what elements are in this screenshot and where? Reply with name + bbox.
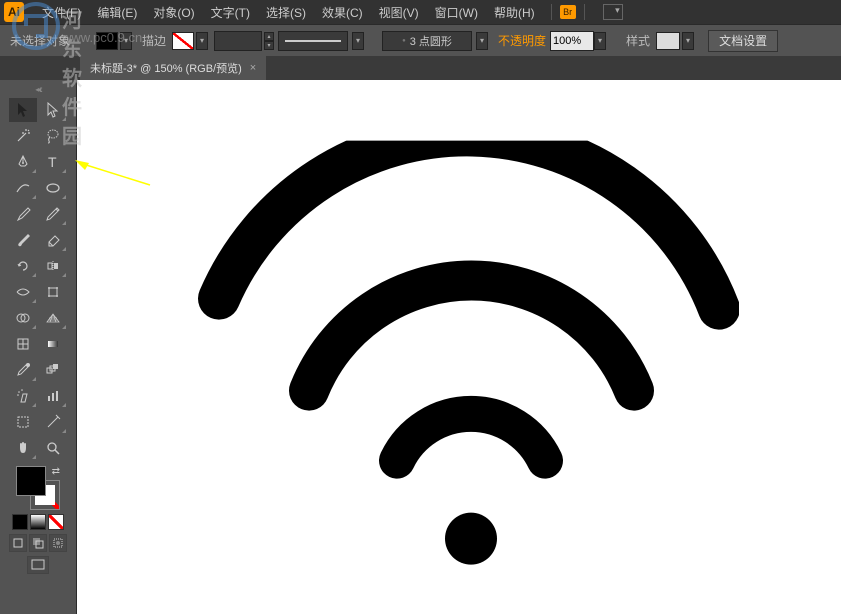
panel-collapse-handle[interactable]: ◂◂ :::::: — [2, 84, 74, 94]
tools-panel: ◂◂ :::::: T — [0, 80, 77, 614]
draw-inside-mode[interactable] — [49, 534, 67, 552]
fill-color-box[interactable] — [16, 466, 46, 496]
menu-separator — [584, 4, 585, 20]
document-tab[interactable]: 未标题-3* @ 150% (RGB/预览) × — [80, 56, 266, 80]
shape-builder-tool[interactable] — [9, 306, 37, 330]
tab-bar: 未标题-3* @ 150% (RGB/预览) × — [0, 56, 841, 80]
tab-close-icon[interactable]: × — [250, 62, 256, 74]
perspective-grid-tool[interactable] — [39, 306, 67, 330]
stroke-profile-dropdown[interactable] — [278, 31, 348, 51]
pen-tool[interactable] — [9, 150, 37, 174]
paintbrush-tool[interactable] — [9, 202, 37, 226]
eyedropper-tool[interactable] — [9, 358, 37, 382]
hand-tool[interactable] — [9, 436, 37, 460]
brush-value: 3 点圆形 — [410, 33, 452, 49]
draw-normal-mode[interactable] — [9, 534, 27, 552]
brush-definition-dropdown[interactable]: ● 3 点圆形 — [382, 31, 472, 51]
blend-tool[interactable] — [39, 358, 67, 382]
bridge-icon[interactable]: Br — [560, 5, 576, 19]
rotate-tool[interactable] — [9, 254, 37, 278]
opacity-input[interactable] — [550, 31, 594, 51]
blob-brush-tool[interactable] — [9, 228, 37, 252]
magic-wand-tool[interactable] — [9, 124, 37, 148]
menu-view[interactable]: 视图(V) — [371, 4, 427, 21]
selection-tool[interactable] — [9, 98, 37, 122]
gradient-tool[interactable] — [39, 332, 67, 356]
brush-dropdown-btn[interactable]: ▾ — [476, 32, 488, 50]
free-transform-tool[interactable] — [39, 280, 67, 304]
control-bar: 未选择对象 ▾ 描边 ▾ ▴ ▾ ▾ ● 3 点圆形 ▾ 不透明度 ▾ 样式 ▾… — [0, 24, 841, 56]
menu-effect[interactable]: 效果(C) — [314, 4, 371, 21]
menu-file[interactable]: 文件(F) — [34, 4, 89, 21]
opacity-dropdown[interactable]: ▾ — [594, 32, 606, 50]
canvas[interactable]: www.pShow.NET — [77, 80, 841, 614]
menu-separator — [551, 4, 552, 20]
color-mode-gradient[interactable] — [30, 514, 46, 530]
color-mode-solid[interactable] — [12, 514, 28, 530]
menu-window[interactable]: 窗口(W) — [427, 4, 486, 21]
wifi-artwork — [179, 141, 739, 571]
slice-tool[interactable] — [39, 410, 67, 434]
mesh-tool[interactable] — [9, 332, 37, 356]
eraser-tool[interactable] — [39, 228, 67, 252]
menu-select[interactable]: 选择(S) — [258, 4, 314, 21]
column-graph-tool[interactable] — [39, 384, 67, 408]
fill-dropdown[interactable]: ▾ — [120, 32, 132, 50]
fill-swatch[interactable] — [96, 32, 118, 50]
stroke-dropdown[interactable]: ▾ — [196, 32, 208, 50]
style-label: 样式 — [626, 32, 650, 49]
stroke-weight-input[interactable] — [214, 31, 262, 51]
stroke-weight-up[interactable]: ▴ — [264, 32, 274, 41]
svg-text:T: T — [48, 154, 57, 170]
style-dropdown[interactable]: ▾ — [682, 32, 694, 50]
menu-edit[interactable]: 编辑(E) — [89, 4, 145, 21]
tab-title: 未标题-3* @ 150% (RGB/预览) — [90, 60, 242, 76]
width-tool[interactable] — [9, 280, 37, 304]
reflect-tool[interactable] — [39, 254, 67, 278]
direct-selection-tool[interactable] — [39, 98, 67, 122]
lasso-tool[interactable] — [39, 124, 67, 148]
symbol-sprayer-tool[interactable] — [9, 384, 37, 408]
type-tool[interactable]: T — [39, 150, 67, 174]
zoom-tool[interactable] — [39, 436, 67, 460]
stroke-label: 描边 — [142, 32, 166, 49]
menu-type[interactable]: 文字(T) — [203, 4, 258, 21]
swap-fill-stroke-icon[interactable]: ⇄ — [52, 466, 60, 477]
ellipse-tool[interactable] — [39, 176, 67, 200]
pencil-tool[interactable] — [39, 202, 67, 226]
line-segment-tool[interactable] — [9, 176, 37, 200]
opacity-label[interactable]: 不透明度 — [498, 32, 546, 49]
menu-object[interactable]: 对象(O) — [145, 4, 202, 21]
screen-mode-button[interactable] — [27, 556, 49, 574]
stroke-swatch[interactable] — [172, 32, 194, 50]
stroke-weight-down[interactable]: ▾ — [264, 41, 274, 50]
color-mode-none[interactable] — [48, 514, 64, 530]
menu-help[interactable]: 帮助(H) — [486, 4, 543, 21]
fill-stroke-control[interactable]: ⇄ — [16, 466, 60, 510]
document-setup-button[interactable]: 文档设置 — [708, 30, 778, 52]
app-logo-icon: Ai — [4, 2, 24, 22]
arrange-documents-icon[interactable] — [603, 4, 623, 20]
artboard-tool[interactable] — [9, 410, 37, 434]
stroke-profile-btn[interactable]: ▾ — [352, 32, 364, 50]
draw-behind-mode[interactable] — [29, 534, 47, 552]
menu-bar: Ai 文件(F) 编辑(E) 对象(O) 文字(T) 选择(S) 效果(C) 视… — [0, 0, 841, 24]
selection-status: 未选择对象 — [10, 32, 70, 49]
graphic-style-swatch[interactable] — [656, 32, 680, 50]
